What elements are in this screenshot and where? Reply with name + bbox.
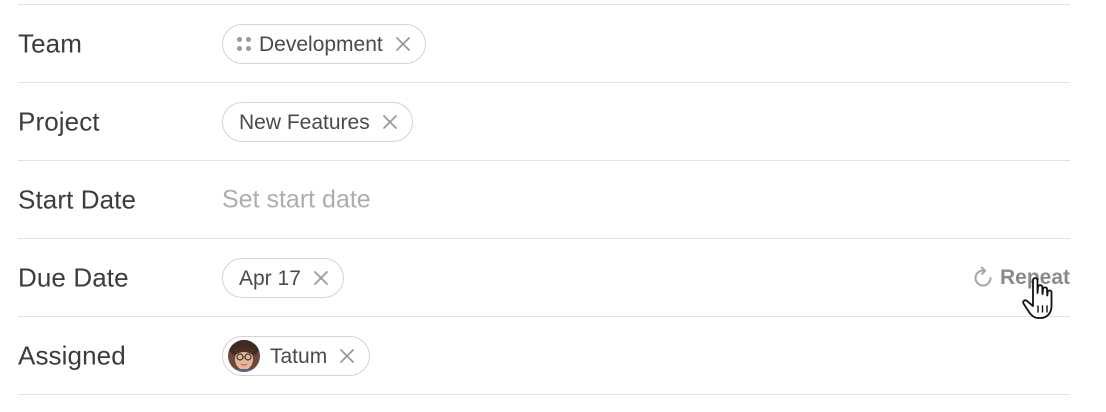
- assigned-value: Tatum: [222, 336, 371, 376]
- team-chip-label: Development: [259, 32, 383, 56]
- due-date-chip-label: Apr 17: [239, 266, 301, 290]
- project-value: New Features: [222, 102, 413, 142]
- assigned-label: Assigned: [18, 340, 126, 371]
- project-chip-label: New Features: [239, 110, 370, 134]
- assignee-name: Tatum: [270, 344, 328, 368]
- start-date-row: Start Date Set start date: [18, 161, 1070, 239]
- close-icon[interactable]: [311, 268, 331, 288]
- due-date-chip[interactable]: Apr 17: [222, 258, 344, 298]
- due-date-label: Due Date: [18, 262, 129, 293]
- close-icon[interactable]: [393, 34, 413, 54]
- repeat-icon: [971, 266, 995, 290]
- team-value: Development: [222, 24, 426, 64]
- project-chip[interactable]: New Features: [222, 102, 413, 142]
- grid-dots-icon: [237, 37, 251, 51]
- team-label: Team: [18, 28, 82, 59]
- assignee-chip[interactable]: Tatum: [222, 336, 371, 376]
- start-date-value[interactable]: Set start date: [222, 186, 371, 215]
- divider: [18, 394, 1070, 395]
- avatar: [228, 340, 260, 372]
- team-row: Team Development: [18, 5, 1070, 83]
- project-row: Project New Features: [18, 83, 1070, 161]
- due-date-value: Apr 17: [222, 258, 344, 298]
- team-chip[interactable]: Development: [222, 24, 426, 64]
- hand-pointer-icon: [1020, 276, 1060, 322]
- start-date-placeholder[interactable]: Set start date: [222, 186, 371, 215]
- due-date-row: Due Date Apr 17 Repeat: [18, 239, 1070, 317]
- start-date-label: Start Date: [18, 184, 137, 215]
- assigned-row: Assigned Tatum: [18, 317, 1070, 395]
- project-label: Project: [18, 106, 100, 137]
- close-icon[interactable]: [337, 346, 357, 366]
- close-icon[interactable]: [380, 112, 400, 132]
